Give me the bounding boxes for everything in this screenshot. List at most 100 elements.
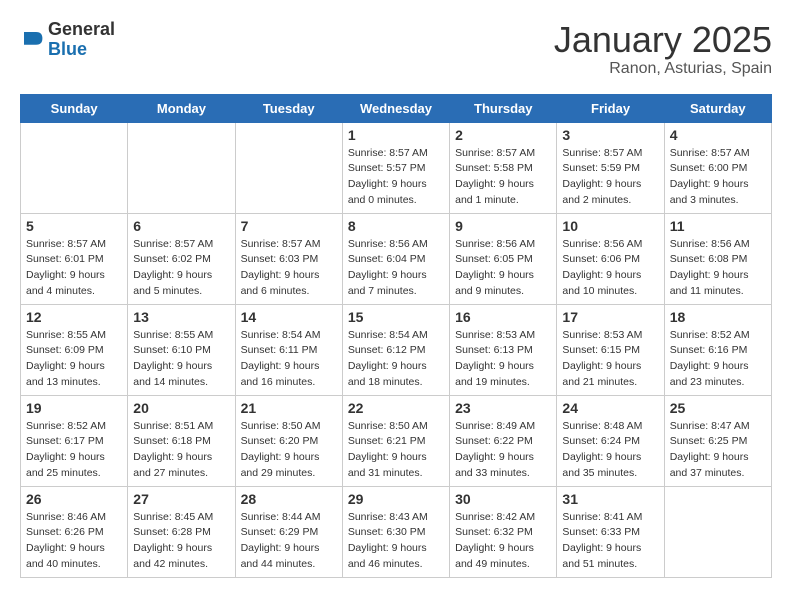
day-cell-19: 19Sunrise: 8:52 AMSunset: 6:17 PMDayligh… [21, 395, 128, 486]
day-cell-28: 28 Sunrise: 8:44 AMSunset: 6:29 PMDayligh… [235, 486, 342, 577]
day-info: Sunrise: 8:50 AMSunset: 6:20 PMDaylight:… [241, 419, 337, 482]
day-number: 29 [348, 491, 444, 507]
day-cell-8: 8Sunrise: 8:56 AMSunset: 6:04 PMDaylight… [342, 213, 449, 304]
day-number: 5 [26, 218, 122, 234]
weekday-header-wednesday: Wednesday [342, 94, 449, 122]
day-info: Sunrise: 8:53 AMSunset: 6:15 PMDaylight:… [562, 328, 658, 391]
day-cell-27: 27Sunrise: 8:45 AMSunset: 6:28 PMDayligh… [128, 486, 235, 577]
day-number: 18 [670, 309, 766, 325]
day-info: Sunrise: 8:54 AMSunset: 6:12 PMDaylight:… [348, 328, 444, 391]
day-cell-22: 22 Sunrise: 8:50 AMSunset: 6:21 PMDayligh… [342, 395, 449, 486]
day-number: 20 [133, 400, 229, 416]
day-cell-18: 18Sunrise: 8:52 AMSunset: 6:16 PMDayligh… [664, 304, 771, 395]
week-row-3: 12 Sunrise: 8:55 AMSunset: 6:09 PMDayligh… [21, 304, 772, 395]
day-info: Sunrise: 8:55 AMSunset: 6:10 PMDaylight:… [133, 328, 229, 391]
day-info: Sunrise: 8:41 AMSunset: 6:33 PMDaylight:… [562, 510, 658, 573]
day-cell-1: 1 Sunrise: 8:57 AMSunset: 5:57 PMDaylight… [342, 122, 449, 213]
day-info: Sunrise: 8:47 AMSunset: 6:25 PMDaylight:… [670, 419, 766, 482]
weekday-header-thursday: Thursday [450, 94, 557, 122]
day-info: Sunrise: 8:56 AMSunset: 6:05 PMDaylight:… [455, 237, 551, 300]
day-number: 1 [348, 127, 444, 143]
day-number: 25 [670, 400, 766, 416]
day-cell-24: 24Sunrise: 8:48 AMSunset: 6:24 PMDayligh… [557, 395, 664, 486]
day-info: Sunrise: 8:42 AMSunset: 6:32 PMDaylight:… [455, 510, 551, 573]
day-info: Sunrise: 8:57 AMSunset: 5:59 PMDaylight:… [562, 146, 658, 209]
weekday-header-row: SundayMondayTuesdayWednesdayThursdayFrid… [21, 94, 772, 122]
weekday-header-sunday: Sunday [21, 94, 128, 122]
day-cell-25: 25 Sunrise: 8:47 AMSunset: 6:25 PMDayligh… [664, 395, 771, 486]
empty-cell [235, 122, 342, 213]
day-info: Sunrise: 8:51 AMSunset: 6:18 PMDaylight:… [133, 419, 229, 482]
day-cell-20: 20 Sunrise: 8:51 AMSunset: 6:18 PMDayligh… [128, 395, 235, 486]
day-number: 13 [133, 309, 229, 325]
day-info: Sunrise: 8:50 AMSunset: 6:21 PMDaylight:… [348, 419, 444, 482]
day-info: Sunrise: 8:57 AMSunset: 5:57 PMDaylight:… [348, 146, 444, 209]
day-cell-7: 7 Sunrise: 8:57 AMSunset: 6:03 PMDaylight… [235, 213, 342, 304]
logo-text: General Blue [48, 20, 115, 60]
day-cell-31: 31 Sunrise: 8:41 AMSunset: 6:33 PMDayligh… [557, 486, 664, 577]
day-cell-6: 6Sunrise: 8:57 AMSunset: 6:02 PMDaylight… [128, 213, 235, 304]
day-cell-15: 15 Sunrise: 8:54 AMSunset: 6:12 PMDayligh… [342, 304, 449, 395]
weekday-header-tuesday: Tuesday [235, 94, 342, 122]
day-number: 6 [133, 218, 229, 234]
day-cell-13: 13 Sunrise: 8:55 AMSunset: 6:10 PMDayligh… [128, 304, 235, 395]
calendar-title: January 2025 [554, 20, 772, 60]
day-cell-3: 3Sunrise: 8:57 AMSunset: 5:59 PMDaylight… [557, 122, 664, 213]
weekday-header-monday: Monday [128, 94, 235, 122]
logo: General Blue [20, 20, 115, 60]
calendar-subtitle: Ranon, Asturias, Spain [554, 60, 772, 78]
week-row-1: 1 Sunrise: 8:57 AMSunset: 5:57 PMDaylight… [21, 122, 772, 213]
day-cell-17: 17 Sunrise: 8:53 AMSunset: 6:15 PMDayligh… [557, 304, 664, 395]
day-number: 2 [455, 127, 551, 143]
day-info: Sunrise: 8:56 AMSunset: 6:04 PMDaylight:… [348, 237, 444, 300]
day-number: 7 [241, 218, 337, 234]
day-number: 10 [562, 218, 658, 234]
day-number: 16 [455, 309, 551, 325]
day-info: Sunrise: 8:43 AMSunset: 6:30 PMDaylight:… [348, 510, 444, 573]
day-info: Sunrise: 8:49 AMSunset: 6:22 PMDaylight:… [455, 419, 551, 482]
empty-cell [128, 122, 235, 213]
day-info: Sunrise: 8:55 AMSunset: 6:09 PMDaylight:… [26, 328, 122, 391]
day-number: 26 [26, 491, 122, 507]
week-row-5: 26 Sunrise: 8:46 AMSunset: 6:26 PMDayligh… [21, 486, 772, 577]
day-info: Sunrise: 8:57 AMSunset: 6:00 PMDaylight:… [670, 146, 766, 209]
day-number: 28 [241, 491, 337, 507]
logo-general: General [48, 20, 115, 40]
day-cell-26: 26 Sunrise: 8:46 AMSunset: 6:26 PMDayligh… [21, 486, 128, 577]
page-header: General Blue January 2025 Ranon, Asturia… [20, 20, 772, 78]
calendar-table: SundayMondayTuesdayWednesdayThursdayFrid… [20, 94, 772, 578]
day-number: 4 [670, 127, 766, 143]
day-cell-16: 16 Sunrise: 8:53 AMSunset: 6:13 PMDayligh… [450, 304, 557, 395]
day-number: 22 [348, 400, 444, 416]
day-cell-5: 5Sunrise: 8:57 AMSunset: 6:01 PMDaylight… [21, 213, 128, 304]
day-number: 15 [348, 309, 444, 325]
day-cell-30: 30 Sunrise: 8:42 AMSunset: 6:32 PMDayligh… [450, 486, 557, 577]
day-cell-21: 21 Sunrise: 8:50 AMSunset: 6:20 PMDayligh… [235, 395, 342, 486]
day-info: Sunrise: 8:53 AMSunset: 6:13 PMDaylight:… [455, 328, 551, 391]
logo-blue: Blue [48, 40, 115, 60]
empty-cell [21, 122, 128, 213]
day-number: 21 [241, 400, 337, 416]
day-cell-10: 10 Sunrise: 8:56 AMSunset: 6:06 PMDayligh… [557, 213, 664, 304]
week-row-4: 19Sunrise: 8:52 AMSunset: 6:17 PMDayligh… [21, 395, 772, 486]
day-cell-23: 23 Sunrise: 8:49 AMSunset: 6:22 PMDayligh… [450, 395, 557, 486]
weekday-header-friday: Friday [557, 94, 664, 122]
day-cell-12: 12 Sunrise: 8:55 AMSunset: 6:09 PMDayligh… [21, 304, 128, 395]
day-number: 11 [670, 218, 766, 234]
day-number: 27 [133, 491, 229, 507]
week-row-2: 5Sunrise: 8:57 AMSunset: 6:01 PMDaylight… [21, 213, 772, 304]
day-number: 30 [455, 491, 551, 507]
day-number: 17 [562, 309, 658, 325]
day-number: 19 [26, 400, 122, 416]
day-info: Sunrise: 8:57 AMSunset: 6:03 PMDaylight:… [241, 237, 337, 300]
day-number: 24 [562, 400, 658, 416]
empty-cell [664, 486, 771, 577]
day-number: 23 [455, 400, 551, 416]
day-info: Sunrise: 8:56 AMSunset: 6:06 PMDaylight:… [562, 237, 658, 300]
day-number: 31 [562, 491, 658, 507]
day-info: Sunrise: 8:44 AMSunset: 6:29 PMDaylight:… [241, 510, 337, 573]
day-info: Sunrise: 8:46 AMSunset: 6:26 PMDaylight:… [26, 510, 122, 573]
day-number: 12 [26, 309, 122, 325]
day-cell-2: 2Sunrise: 8:57 AMSunset: 5:58 PMDaylight… [450, 122, 557, 213]
day-cell-4: 4 Sunrise: 8:57 AMSunset: 6:00 PMDaylight… [664, 122, 771, 213]
